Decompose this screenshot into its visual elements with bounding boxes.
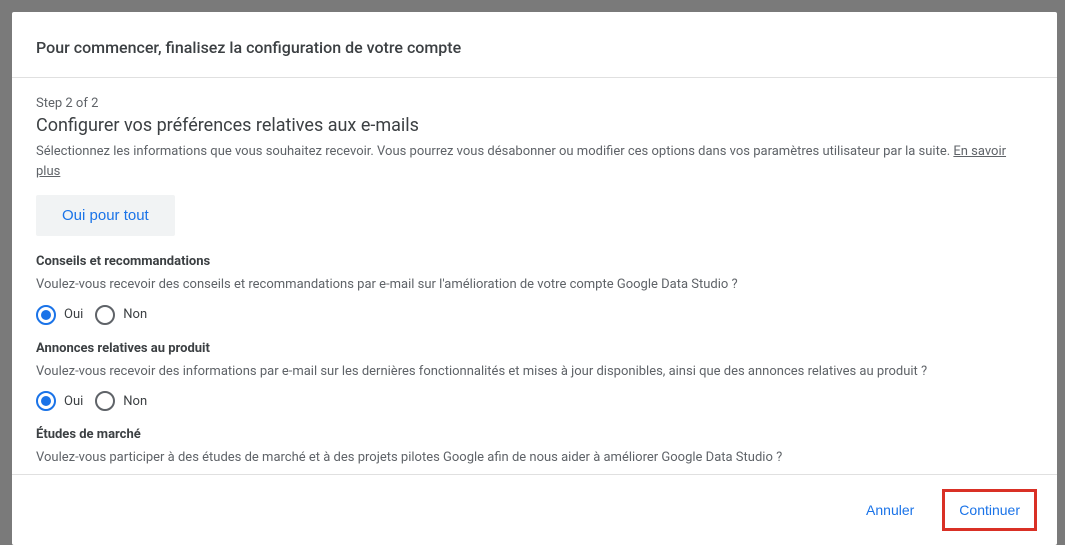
radio-icon xyxy=(95,305,115,325)
radio-dot-icon xyxy=(41,396,51,406)
radio-icon xyxy=(36,391,56,411)
radio-option-no[interactable]: Non xyxy=(95,391,147,411)
yes-for-all-button[interactable]: Oui pour tout xyxy=(36,195,175,236)
preference-description: Voulez-vous participer à des études de m… xyxy=(36,448,1033,468)
preference-description: Voulez-vous recevoir des conseils et rec… xyxy=(36,275,1033,295)
section-heading: Configurer vos préférences relatives aux… xyxy=(36,115,1033,136)
radio-option-yes[interactable]: Oui xyxy=(36,391,83,411)
radio-label: Oui xyxy=(64,394,83,409)
preference-group: Études de marché Voulez-vous participer à… xyxy=(36,427,1033,474)
preference-title: Conseils et recommandations xyxy=(36,254,1033,269)
radio-label: Non xyxy=(123,307,147,322)
dialog-body: Step 2 of 2 Configurer vos préférences r… xyxy=(12,78,1057,474)
dialog-footer: Annuler Continuer xyxy=(12,474,1057,545)
radio-option-yes[interactable]: Oui xyxy=(36,305,83,325)
preference-group: Annonces relatives au produit Voulez-vous… xyxy=(36,341,1033,412)
continue-highlight: Continuer xyxy=(942,489,1037,531)
radio-row: Oui Non xyxy=(36,305,1033,325)
radio-label: Non xyxy=(123,394,147,409)
dialog-header: Pour commencer, finalisez la configurati… xyxy=(12,12,1057,78)
radio-row: Oui Non xyxy=(36,391,1033,411)
setup-dialog: Pour commencer, finalisez la configurati… xyxy=(12,12,1057,545)
radio-icon xyxy=(36,305,56,325)
preference-title: Annonces relatives au produit xyxy=(36,341,1033,356)
preferences-container: Conseils et recommandations Voulez-vous r… xyxy=(36,254,1033,474)
radio-label: Oui xyxy=(64,307,83,322)
radio-icon xyxy=(95,391,115,411)
dialog-title: Pour commencer, finalisez la configurati… xyxy=(36,38,1033,57)
preference-description: Voulez-vous recevoir des informations pa… xyxy=(36,362,1033,382)
description-text: Sélectionnez les informations que vous s… xyxy=(36,144,953,159)
cancel-button[interactable]: Annuler xyxy=(854,494,926,526)
section-description: Sélectionnez les informations que vous s… xyxy=(36,142,1033,181)
radio-dot-icon xyxy=(41,310,51,320)
continue-button[interactable]: Continuer xyxy=(947,494,1032,526)
radio-option-no[interactable]: Non xyxy=(95,305,147,325)
preference-group: Conseils et recommandations Voulez-vous r… xyxy=(36,254,1033,325)
preference-title: Études de marché xyxy=(36,427,1033,442)
step-indicator: Step 2 of 2 xyxy=(36,96,1033,111)
